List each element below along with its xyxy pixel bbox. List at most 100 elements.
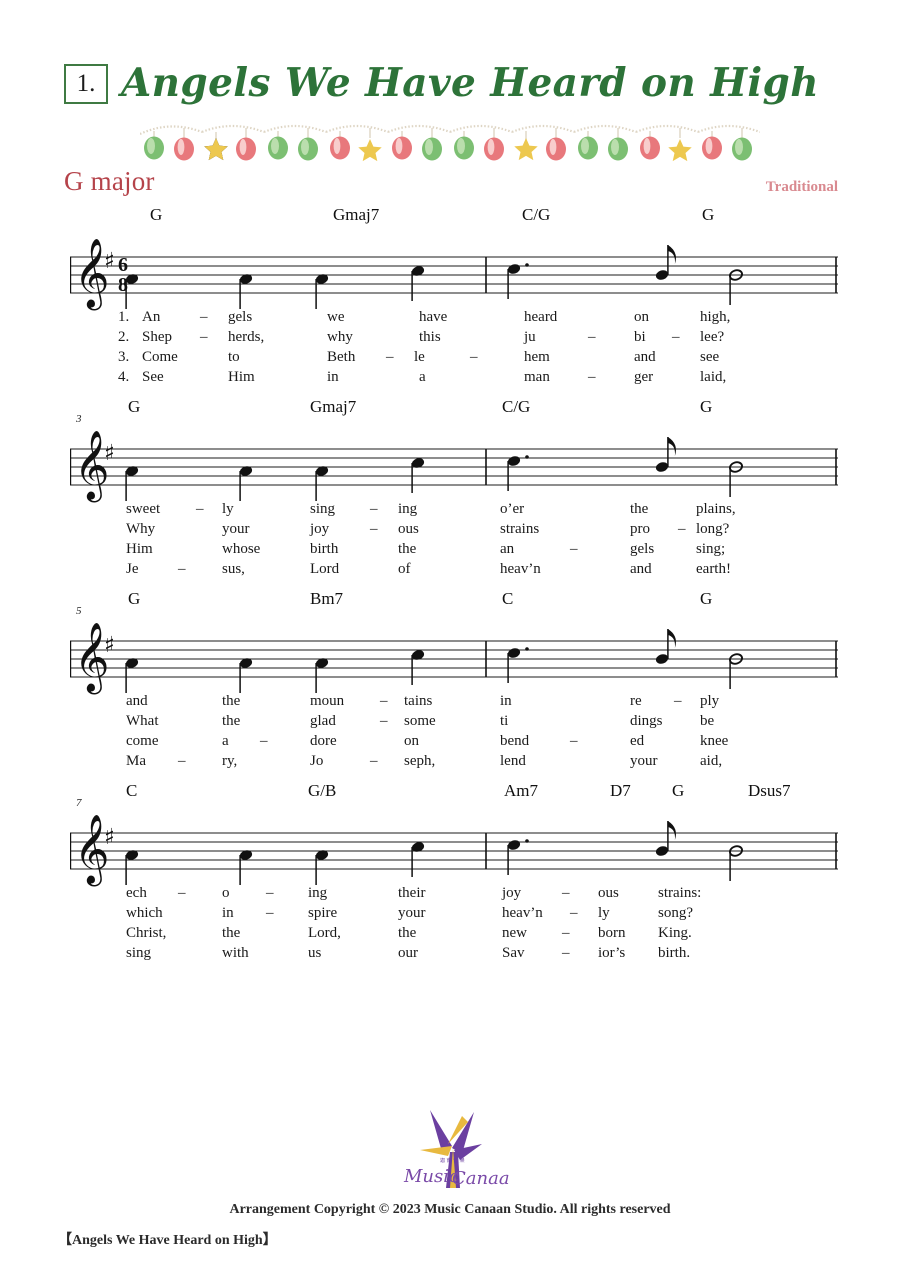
chord-symbol: Dsus7 <box>748 781 791 800</box>
lyric-syllable: gels <box>228 309 253 325</box>
lyric-syllable: hem <box>524 349 550 365</box>
lyric-syllable: heav’n <box>500 561 541 577</box>
svg-text:6: 6 <box>118 254 128 276</box>
lyric-syllable: herds, <box>228 329 265 345</box>
lyric-line: sweet – ly sing – ing o’er the plains, <box>0 501 900 521</box>
composer-label: Traditional <box>765 179 838 195</box>
lyric-syllable: to <box>228 349 240 365</box>
page-header: 1. Angels We Have Heard on High G major … <box>0 0 900 205</box>
lyric-syllable: sing; <box>696 541 726 557</box>
lyric-syllable: knee <box>700 733 729 749</box>
lyrics-block: ech – o – ing their joy – ous strains: which in – spi… <box>0 885 900 971</box>
page-footer: 迦南音樂 Music Canaan Arrangement Copyright … <box>0 1094 900 1274</box>
lyric-syllable: strains: <box>658 885 702 901</box>
lyric-syllable: – <box>370 521 378 537</box>
lyric-line: 3. Come to Beth – le – hem and see <box>0 349 900 369</box>
lyric-syllable: ly <box>598 905 610 921</box>
lyric-syllable: – <box>178 753 186 769</box>
lyric-syllable: o <box>222 885 230 901</box>
lyric-syllable: bend <box>500 733 530 749</box>
lyric-syllable: ry, <box>222 753 238 769</box>
chord-symbol: C <box>126 781 138 800</box>
svg-text:Music: Music <box>403 1166 459 1187</box>
lyric-syllable: of <box>398 561 411 577</box>
lyric-syllable: this <box>419 329 441 345</box>
lyric-syllable: their <box>398 885 426 901</box>
verse-number: 2. <box>118 329 130 345</box>
chord-row: G Gmaj7 C/G G <box>0 205 900 231</box>
lyric-line: Why your joy – ous strains pro – long? <box>0 521 900 541</box>
chord-symbol: G/B <box>308 781 337 800</box>
svg-text:迦南音樂: 迦南音樂 <box>440 1157 466 1164</box>
verse-number: 3. <box>118 349 130 365</box>
lyric-syllable: we <box>327 309 345 325</box>
lyric-line: Je – sus, Lord of heav’n and earth! <box>0 561 900 581</box>
lyric-syllable: Je <box>126 561 139 577</box>
lyric-syllable: – <box>370 753 378 769</box>
lyric-syllable: Come <box>142 349 178 365</box>
lyric-syllable: with <box>222 945 249 961</box>
lyric-syllable: – <box>266 905 274 921</box>
lyric-syllable: the <box>398 925 417 941</box>
lyric-syllable: ly <box>222 501 234 517</box>
staff-system-1: G Gmaj7 C/G G 𝄞 ♯ 6 8 1. An – gels we have heard on high… <box>0 205 900 397</box>
chord-symbol: Am7 <box>504 781 538 800</box>
lyric-syllable: – <box>200 309 208 325</box>
lyric-syllable: ed <box>630 733 645 749</box>
lyric-syllable: an <box>500 541 515 557</box>
music-canaan-logo: 迦南音樂 Music Canaan <box>0 1102 900 1198</box>
lyric-syllable: Him <box>228 369 255 385</box>
lyric-syllable: What <box>126 713 159 729</box>
svg-text:♯: ♯ <box>104 633 115 658</box>
lyric-syllable: and <box>630 561 652 577</box>
chord-symbol: C/G <box>522 205 551 224</box>
lyric-syllable: tains <box>404 693 433 709</box>
lyric-syllable: heard <box>524 309 558 325</box>
lyric-line: ech – o – ing their joy – ous strains: <box>0 885 900 905</box>
lyric-syllable: on <box>634 309 649 325</box>
music-staff: 𝄞 ♯ <box>70 615 838 694</box>
lyric-syllable: see <box>700 349 720 365</box>
score-systems: G Gmaj7 C/G G 𝄞 ♯ 6 8 1. An – gels we have heard on high… <box>0 205 900 973</box>
lyric-line: and the moun – tains in re – ply <box>0 693 900 713</box>
lyric-syllable: moun <box>310 693 345 709</box>
chord-symbol: G <box>128 589 141 608</box>
lyric-syllable: ous <box>398 521 419 537</box>
lyric-syllable: new <box>502 925 527 941</box>
lyric-syllable: the <box>398 541 417 557</box>
lyric-syllable: some <box>404 713 436 729</box>
lyric-syllable: man <box>524 369 550 385</box>
music-staff: 𝄞 ♯ 6 8 <box>70 231 838 310</box>
lyric-syllable: le <box>414 349 425 365</box>
lyric-line: 1. An – gels we have heard on high, <box>0 309 900 329</box>
lyric-syllable: – <box>674 693 682 709</box>
lyric-syllable: and <box>126 693 148 709</box>
lyric-syllable: which <box>126 905 163 921</box>
staff-system-2: G Gmaj7 C/G G 3 𝄞 ♯ sweet – ly sing – ing o’er the plai… <box>0 397 900 589</box>
lyric-syllable: – <box>588 369 596 385</box>
footer-song-tag: 【Angels We Have Heard on High】 <box>58 1233 277 1248</box>
staff-system-4: C G/B Am7 D7 G Dsus7 7 𝄞 ♯ ech – o – ing their joy – ous s… <box>0 781 900 973</box>
lyric-syllable: – <box>562 925 570 941</box>
lyric-syllable: ing <box>398 501 418 517</box>
lyric-syllable: ger <box>634 369 654 385</box>
lyric-syllable: glad <box>310 713 336 729</box>
chord-row: C G/B Am7 D7 G Dsus7 7 <box>0 781 900 809</box>
lyric-syllable: Beth <box>327 349 356 365</box>
lyric-syllable: high, <box>700 309 731 325</box>
lyric-syllable: the <box>630 501 649 517</box>
lyric-syllable: plains, <box>696 501 736 517</box>
lyric-syllable: – <box>678 521 686 537</box>
lyric-syllable: re <box>630 693 642 709</box>
lyric-syllable: on <box>404 733 419 749</box>
chord-symbol: G <box>700 589 713 608</box>
lyric-syllable: – <box>370 501 378 517</box>
lyric-syllable: – <box>386 349 394 365</box>
lyric-syllable: bi <box>634 329 646 345</box>
lyric-syllable: us <box>308 945 322 961</box>
lyric-syllable: – <box>260 733 268 749</box>
lyric-line: What the glad – some ti dings be <box>0 713 900 733</box>
lyric-syllable: your <box>630 753 658 769</box>
lyric-syllable: – <box>470 349 478 365</box>
lyric-syllable: Shep <box>142 329 172 345</box>
